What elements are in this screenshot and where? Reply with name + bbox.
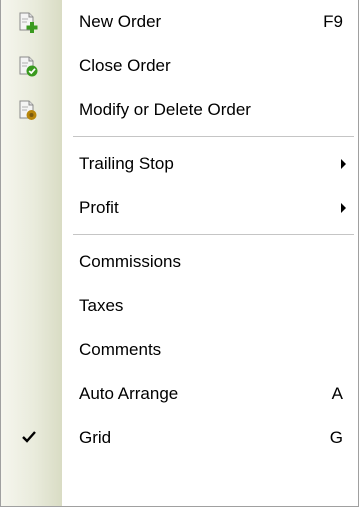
menu-item-profit[interactable]: Profit xyxy=(1,186,358,230)
menu-item-modify-delete-order[interactable]: Modify or Delete Order xyxy=(1,88,358,132)
menu-item-label: Auto Arrange xyxy=(79,384,179,403)
menu-items: New Order F9 Close Order Modify or Delet… xyxy=(1,0,358,460)
menu-item-shortcut: A xyxy=(331,384,343,403)
menu-item-label: New Order xyxy=(79,12,162,31)
menu-item-grid[interactable]: Grid G xyxy=(1,416,358,460)
menu-item-auto-arrange[interactable]: Auto Arrange A xyxy=(1,372,358,416)
menu-item-commissions[interactable]: Commissions xyxy=(1,240,358,284)
menu-item-shortcut: F9 xyxy=(323,12,343,31)
menu-separator xyxy=(1,132,358,142)
menu-item-label: Taxes xyxy=(79,296,124,315)
menu-item-trailing-stop[interactable]: Trailing Stop xyxy=(1,142,358,186)
submenu-arrow-icon xyxy=(341,159,346,169)
menu-item-label: Commissions xyxy=(79,252,182,271)
menu-item-label: Close Order xyxy=(79,56,171,75)
checkmark-icon xyxy=(22,431,36,443)
menu-item-comments[interactable]: Comments xyxy=(1,328,358,372)
menu-separator xyxy=(1,230,358,240)
submenu-arrow-icon xyxy=(341,203,346,213)
menu-item-label: Grid xyxy=(79,428,112,447)
menu-item-close-order[interactable]: Close Order xyxy=(1,44,358,88)
close-order-icon xyxy=(19,56,38,77)
new-order-icon xyxy=(19,12,38,33)
menu-item-new-order[interactable]: New Order F9 xyxy=(1,0,358,44)
menu-item-taxes[interactable]: Taxes xyxy=(1,284,358,328)
menu-item-shortcut: G xyxy=(329,428,343,447)
menu-item-label: Profit xyxy=(79,198,119,217)
menu-item-label: Comments xyxy=(79,340,162,359)
menu-item-label: Trailing Stop xyxy=(79,154,174,173)
context-menu: New Order F9 Close Order Modify or Delet… xyxy=(0,0,359,507)
menu-item-label: Modify or Delete Order xyxy=(79,100,251,119)
modify-order-icon xyxy=(19,100,37,120)
